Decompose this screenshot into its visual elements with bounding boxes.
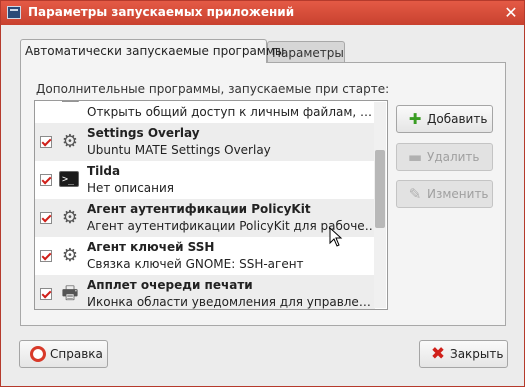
- list-item[interactable]: 🖶 Апплет очереди печати Иконка области у…: [35, 275, 377, 309]
- checkbox[interactable]: [40, 288, 52, 300]
- list-item[interactable]: >_ Tilda Нет описания: [35, 161, 375, 199]
- item-description: Ubuntu MATE Settings Overlay: [87, 143, 271, 157]
- gears-icon: ⚙: [61, 245, 79, 266]
- close-x-icon: ✖: [430, 344, 446, 364]
- terminal-icon: >_: [59, 171, 79, 187]
- section-label: Дополнительные программы, запускаемые пр…: [36, 82, 390, 96]
- item-name: Агент аутентификации PolicyKit: [87, 202, 311, 216]
- help-lifebuoy-icon: [30, 346, 46, 362]
- item-name: Tilda: [87, 164, 121, 178]
- item-description: Иконка области уведомления для управлени…: [87, 295, 377, 309]
- plus-icon: ✚: [408, 110, 422, 128]
- close-button-label: Закрыть: [450, 347, 504, 361]
- scrollbar-thumb[interactable]: [375, 150, 385, 228]
- window-close-button[interactable]: ✕: [502, 4, 520, 22]
- minus-icon: ▬: [407, 148, 423, 166]
- list-item[interactable]: ⚙ Агент аутентификации PolicyKit Агент а…: [35, 199, 377, 237]
- close-button[interactable]: ✖ Закрыть: [419, 340, 508, 368]
- list-item[interactable]: ⚙ Агент ключей SSH Связка ключей GNOME: …: [35, 237, 375, 275]
- edit-button-label: Изменить: [427, 187, 489, 201]
- help-button[interactable]: Справка: [19, 340, 108, 368]
- app-window-icon: [7, 6, 21, 19]
- add-button-label: Добавить: [427, 112, 488, 126]
- add-button[interactable]: ✚ Добавить: [396, 105, 493, 133]
- item-description: Нет описания: [87, 181, 175, 195]
- help-button-label: Справка: [50, 347, 103, 361]
- printer-icon: 🖶: [61, 283, 79, 304]
- checkbox[interactable]: [40, 250, 52, 262]
- tab-autostart-programs[interactable]: Автоматически запускаемые программы: [20, 39, 284, 63]
- mouse-cursor-icon: [329, 227, 343, 247]
- list-scrollbar[interactable]: [374, 102, 386, 308]
- item-description: Связка ключей GNOME: SSH-агент: [87, 257, 304, 271]
- network-share-icon: 🖥: [59, 101, 82, 105]
- pencil-icon: ✎: [408, 185, 422, 203]
- list-item[interactable]: 🖥 Открыть общий доступ к личным файлам, …: [35, 101, 377, 123]
- checkbox[interactable]: [40, 174, 52, 186]
- list-item[interactable]: ⚙ Settings Overlay Ubuntu MATE Settings …: [35, 123, 375, 161]
- remove-button-label: Удалить: [427, 150, 480, 164]
- checkbox[interactable]: [40, 212, 52, 224]
- item-name: Апплет очереди печати: [87, 278, 253, 292]
- title-bar[interactable]: Параметры запускаемых приложений ✕: [1, 1, 524, 25]
- window-title: Параметры запускаемых приложений: [28, 5, 295, 19]
- gears-icon: ⚙: [61, 207, 79, 228]
- item-name: Settings Overlay: [87, 126, 200, 140]
- startup-programs-list[interactable]: 🖥 Открыть общий доступ к личным файлам, …: [34, 100, 388, 310]
- checkbox[interactable]: [40, 136, 52, 148]
- item-description: Открыть общий доступ к личным файлам, ес…: [87, 105, 377, 119]
- remove-button[interactable]: ▬ Удалить: [396, 143, 493, 171]
- gears-icon: ⚙: [61, 131, 79, 152]
- edit-button[interactable]: ✎ Изменить: [396, 180, 493, 208]
